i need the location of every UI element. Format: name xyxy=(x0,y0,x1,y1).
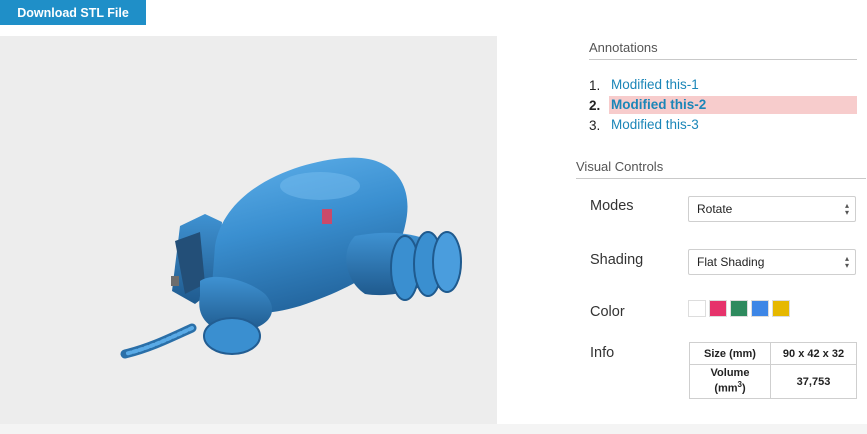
color-swatch-yellow[interactable] xyxy=(772,300,790,317)
select-arrows-icon: ▴ ▾ xyxy=(844,254,849,270)
volume-label-text: Volume xyxy=(710,367,750,380)
annotation-item-1[interactable]: 1. Modified this-1 xyxy=(589,75,857,95)
color-swatch-green[interactable] xyxy=(730,300,748,317)
bottom-strip xyxy=(0,424,867,434)
size-value: 90 x 42 x 32 xyxy=(770,342,857,365)
volume-unit-close: ) xyxy=(742,382,746,395)
color-swatch-blue[interactable] xyxy=(751,300,769,317)
shading-selected-value: Flat Shading xyxy=(697,255,765,269)
model-front-ring-3 xyxy=(432,231,462,293)
model-viewer[interactable] xyxy=(0,36,497,424)
annotation-link[interactable]: Modified this-3 xyxy=(609,116,857,134)
info-label: Info xyxy=(590,345,615,361)
color-swatch-white[interactable] xyxy=(688,300,706,317)
modes-selected-value: Rotate xyxy=(697,202,733,216)
color-swatches xyxy=(688,300,790,317)
volume-unit-open: (mm xyxy=(714,382,738,395)
annotation-number: 3. xyxy=(589,117,601,133)
annotations-divider xyxy=(589,59,857,60)
visual-controls-divider xyxy=(576,178,866,179)
info-table: Size (mm) 90 x 42 x 32 Volume (mm3) 37,75… xyxy=(689,342,857,399)
annotation-link[interactable]: Modified this-2 xyxy=(609,96,857,114)
annotation-link[interactable]: Modified this-1 xyxy=(609,76,857,94)
download-stl-button[interactable]: Download STL File xyxy=(0,0,146,25)
size-label: Size (mm) xyxy=(689,342,771,365)
visual-controls-heading: Visual Controls xyxy=(576,159,664,174)
annotation-number: 2. xyxy=(589,97,601,113)
annotations-list: 1. Modified this-1 2. Modified this-2 3.… xyxy=(589,75,857,135)
annotation-item-2[interactable]: 2. Modified this-2 xyxy=(589,95,857,115)
info-row-size: Size (mm) 90 x 42 x 32 xyxy=(689,342,857,365)
annotation-number: 1. xyxy=(589,77,601,93)
3d-model-render[interactable] xyxy=(0,36,497,424)
volume-value: 37,753 xyxy=(770,364,857,399)
select-arrows-icon: ▴ ▾ xyxy=(844,201,849,217)
annotations-heading: Annotations xyxy=(589,40,658,55)
shading-select[interactable]: Flat Shading ▴ ▾ xyxy=(688,249,856,275)
model-cord-ridges xyxy=(123,326,194,356)
annotation-item-3[interactable]: 3. Modified this-3 xyxy=(589,115,857,135)
color-label: Color xyxy=(590,304,625,320)
volume-label: Volume (mm3) xyxy=(689,364,771,399)
model-marker-gray xyxy=(171,276,179,286)
info-row-volume: Volume (mm3) 37,753 xyxy=(689,364,857,399)
model-highlight xyxy=(280,172,360,200)
annotation-marker-red[interactable] xyxy=(322,209,332,224)
modes-select[interactable]: Rotate ▴ ▾ xyxy=(688,196,856,222)
color-swatch-pink[interactable] xyxy=(709,300,727,317)
modes-label: Modes xyxy=(590,198,634,214)
shading-label: Shading xyxy=(590,252,644,268)
